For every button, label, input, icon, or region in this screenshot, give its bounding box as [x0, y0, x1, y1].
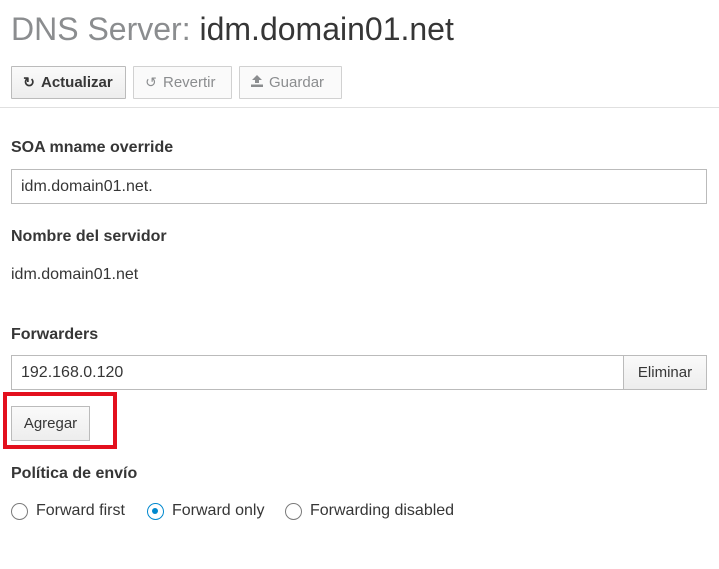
radio-forward-first[interactable]: Forward first — [11, 500, 125, 522]
page-title: DNS Server: idm.domain01.net — [11, 9, 454, 49]
refresh-icon: ↻ — [23, 74, 35, 90]
radio-forward-only[interactable]: Forward only — [147, 500, 264, 522]
save-button-label: Guardar — [269, 74, 325, 91]
soa-mname-input[interactable]: idm.domain01.net. — [11, 169, 707, 204]
page-title-value: idm.domain01.net — [199, 11, 454, 47]
radio-forwarding-disabled[interactable]: Forwarding disabled — [285, 500, 454, 522]
radio-label: Forward only — [172, 502, 265, 519]
refresh-button-label: Actualizar — [41, 74, 113, 91]
radio-label: Forwarding disabled — [310, 502, 455, 519]
toolbar-divider — [0, 107, 719, 108]
radio-button[interactable] — [285, 502, 302, 520]
soa-label: SOA mname override — [11, 139, 174, 156]
radio-button-checked[interactable] — [147, 502, 164, 520]
radio-label: Forward first — [36, 502, 125, 519]
upload-icon — [248, 74, 266, 91]
undo-icon: ↺ — [145, 74, 157, 90]
save-button[interactable]: Guardar — [239, 66, 342, 99]
server-name-value: idm.domain01.net — [11, 266, 139, 283]
revert-button-label: Revertir — [163, 74, 216, 91]
server-name-label: Nombre del servidor — [11, 228, 167, 245]
remove-forwarder-button[interactable]: Eliminar — [623, 355, 707, 390]
refresh-button[interactable]: ↻ Actualizar — [11, 66, 126, 99]
radio-button[interactable] — [11, 502, 28, 520]
add-forwarder-button[interactable]: Agregar — [11, 406, 90, 441]
revert-button[interactable]: ↺ Revertir — [133, 66, 232, 99]
forwarder-input[interactable]: 192.168.0.120 — [11, 355, 624, 390]
page-title-label: DNS Server: — [11, 11, 191, 47]
policy-label: Política de envío — [11, 465, 138, 482]
forwarders-label: Forwarders — [11, 326, 99, 343]
